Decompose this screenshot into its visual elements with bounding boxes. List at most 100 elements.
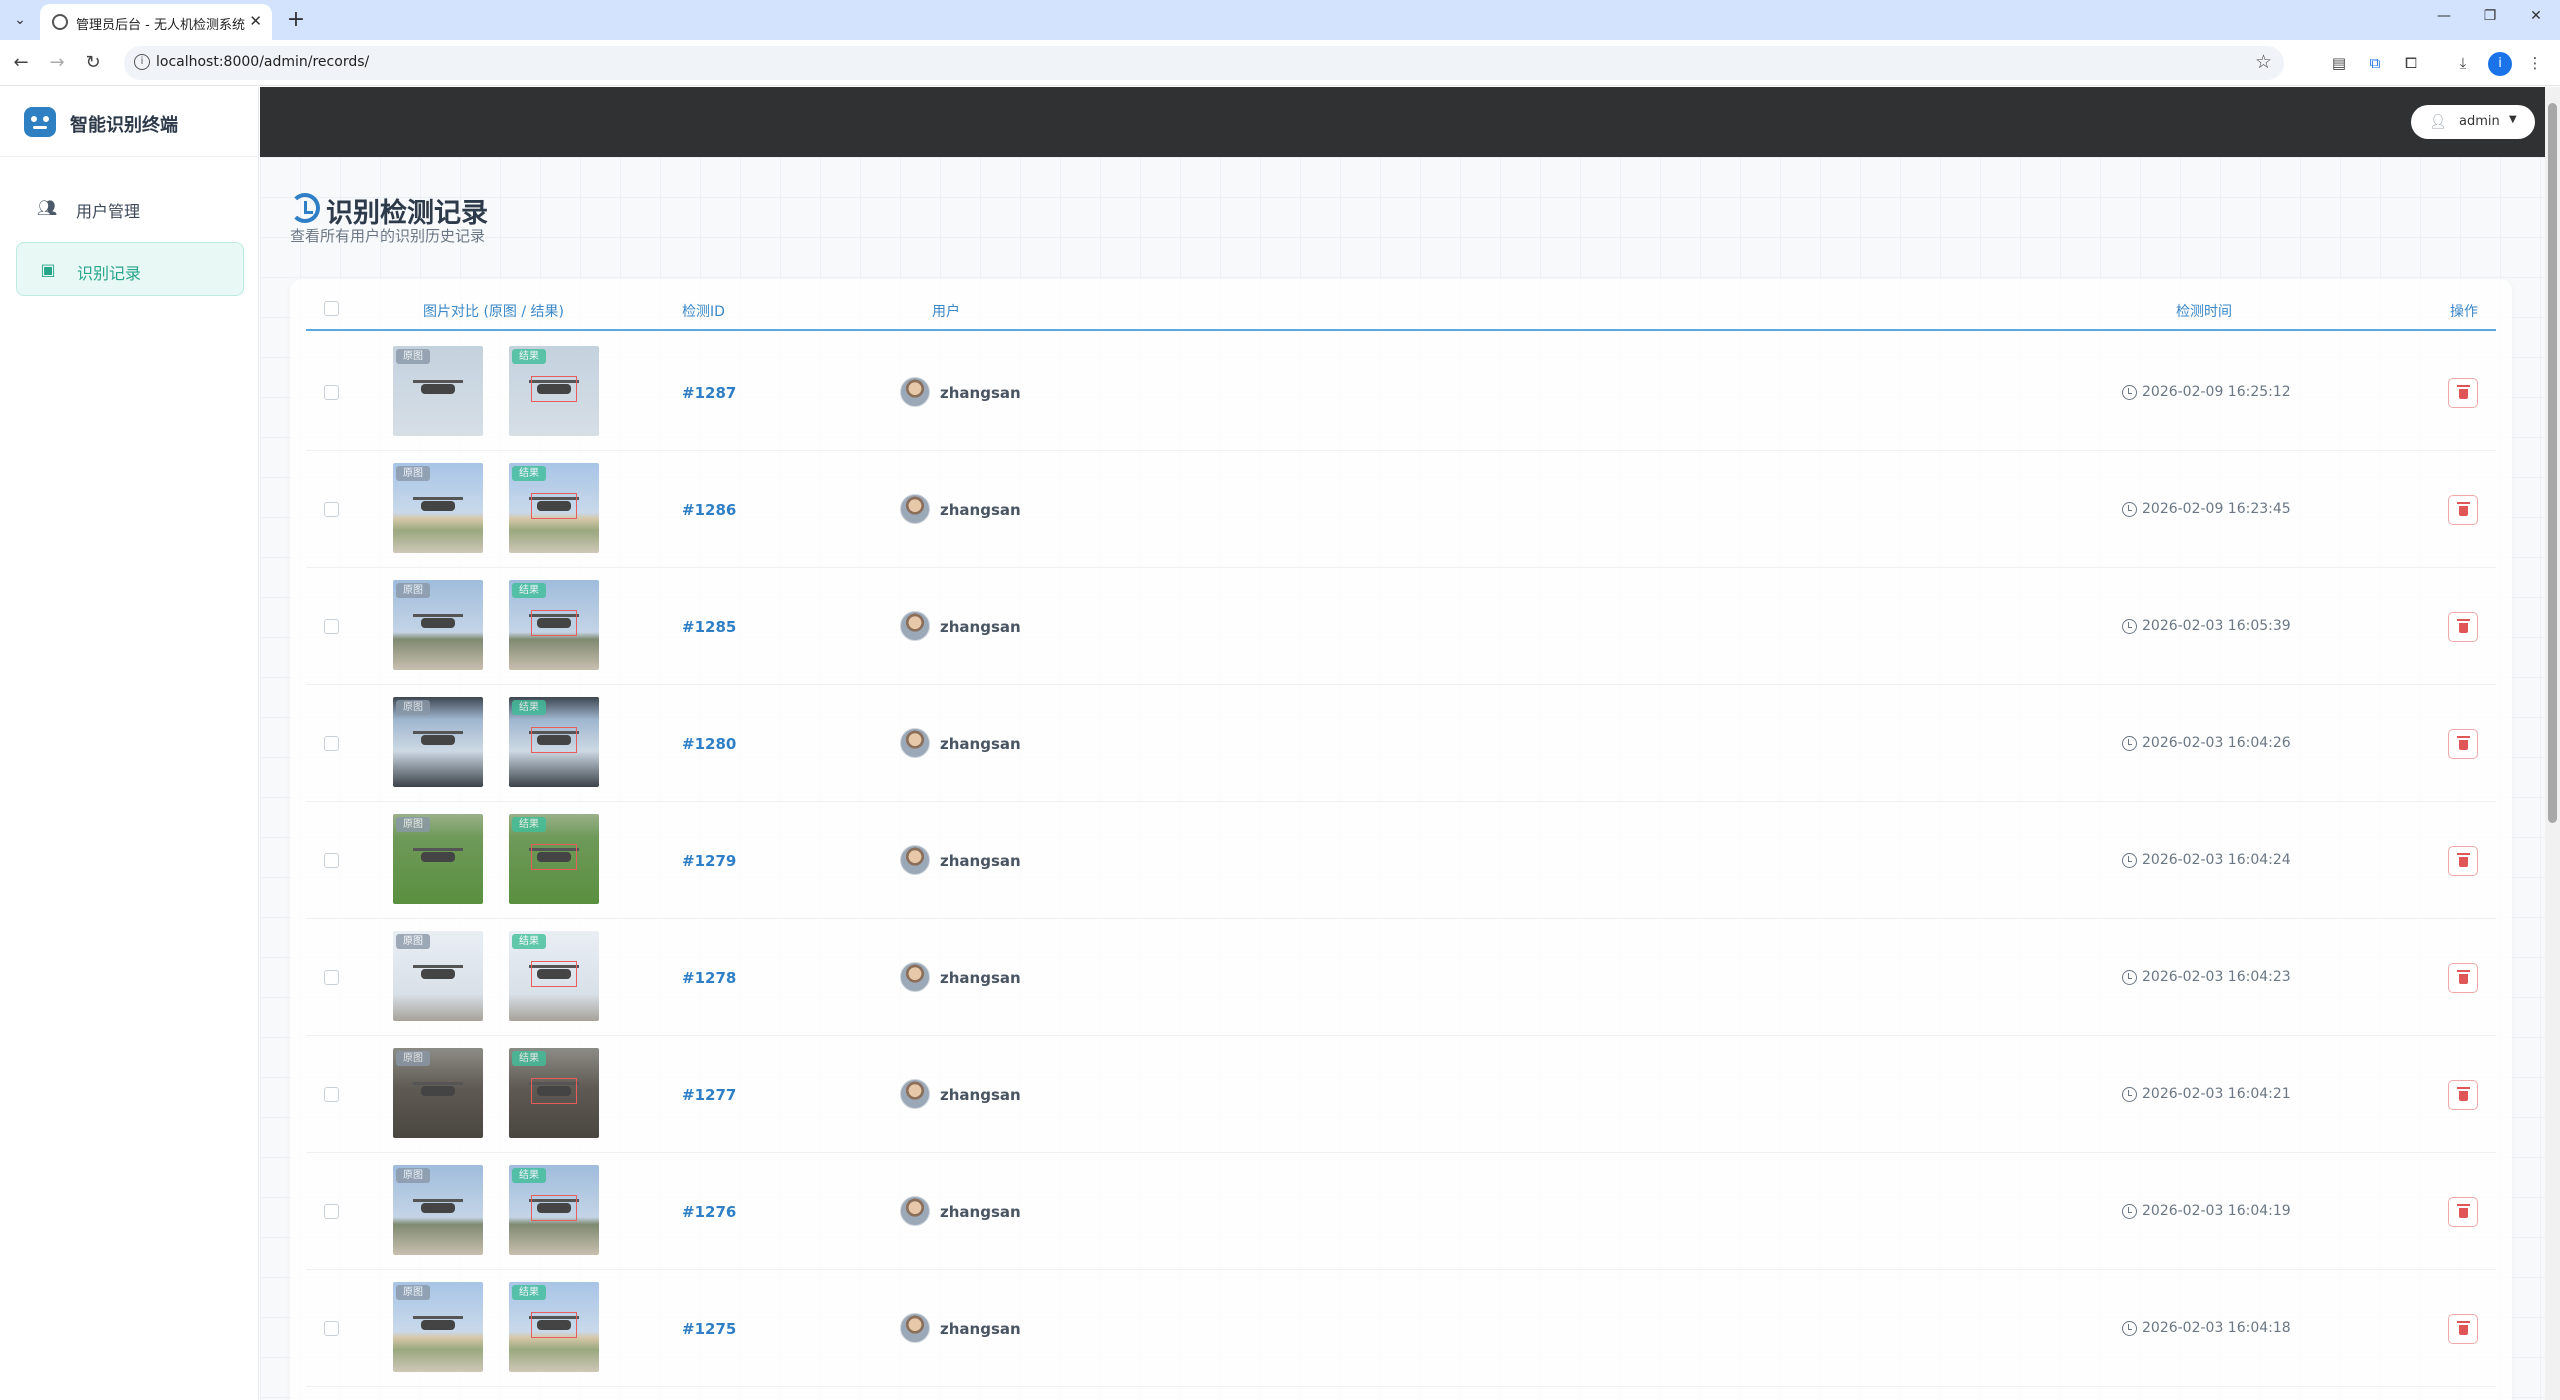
- record-id-link[interactable]: #1277: [682, 1086, 736, 1104]
- row-checkbox[interactable]: [324, 736, 339, 751]
- original-image-thumbnail[interactable]: 原图: [393, 1165, 483, 1255]
- record-id-link[interactable]: #1278: [682, 969, 736, 987]
- delete-button[interactable]: [2448, 846, 2478, 876]
- scrollbar-thumb[interactable]: [2548, 103, 2557, 823]
- sidebar-item-records[interactable]: ▣ 识别记录: [16, 242, 244, 296]
- detection-box: [531, 376, 577, 402]
- table-row: 原图 结果 #1276 zhangsan 2026-02-03 16:04:19: [306, 1153, 2496, 1270]
- result-image-thumbnail[interactable]: 结果: [509, 814, 599, 904]
- record-id-link[interactable]: #1280: [682, 735, 736, 753]
- row-checkbox[interactable]: [324, 853, 339, 868]
- download-icon[interactable]: ⤓: [2452, 52, 2474, 74]
- extensions-puzzle-icon[interactable]: ⧠: [2400, 52, 2422, 74]
- sidebar-item-label: 识别记录: [77, 264, 142, 283]
- row-checkbox[interactable]: [324, 1204, 339, 1219]
- delete-button[interactable]: [2448, 612, 2478, 642]
- reload-icon[interactable]: ↻: [80, 50, 106, 76]
- select-all-checkbox[interactable]: [324, 301, 339, 316]
- result-image-thumbnail[interactable]: 结果: [509, 931, 599, 1021]
- bookmark-star-icon[interactable]: ☆: [2255, 51, 2272, 73]
- clock-icon: [2122, 385, 2137, 400]
- original-image-thumbnail[interactable]: 原图: [393, 814, 483, 904]
- trash-icon: [2457, 1087, 2470, 1101]
- result-badge: 结果: [512, 349, 546, 364]
- result-image-thumbnail[interactable]: 结果: [509, 580, 599, 670]
- original-image-thumbnail[interactable]: 原图: [393, 346, 483, 436]
- address-bar[interactable]: i localhost:8000/admin/records/ ☆: [124, 46, 2284, 80]
- delete-button[interactable]: [2448, 1080, 2478, 1110]
- original-image-thumbnail[interactable]: 原图: [393, 697, 483, 787]
- delete-button[interactable]: [2448, 963, 2478, 993]
- more-menu-icon[interactable]: ⋮: [2524, 52, 2546, 74]
- record-id-link[interactable]: #1276: [682, 1203, 736, 1221]
- row-checkbox[interactable]: [324, 619, 339, 634]
- tab-list-chevron-icon[interactable]: ⌄: [8, 8, 32, 32]
- reading-list-icon[interactable]: ▤: [2328, 52, 2350, 74]
- record-id-link[interactable]: #1285: [682, 618, 736, 636]
- avatar: [900, 377, 930, 407]
- page-subtitle: 查看所有用户的识别历史记录: [290, 227, 486, 245]
- row-checkbox[interactable]: [324, 970, 339, 985]
- delete-button[interactable]: [2448, 495, 2478, 525]
- table-header: 图片对比 (原图 / 结果) 检测ID 用户 检测时间 操作: [306, 279, 2496, 331]
- row-checkbox[interactable]: [324, 385, 339, 400]
- delete-button[interactable]: [2448, 378, 2478, 408]
- page-scrollbar[interactable]: [2545, 87, 2560, 1400]
- minimize-icon[interactable]: —: [2430, 8, 2458, 24]
- result-image-thumbnail[interactable]: 结果: [509, 1282, 599, 1372]
- original-image-thumbnail[interactable]: 原图: [393, 463, 483, 553]
- trash-icon: [2457, 1204, 2470, 1218]
- record-username: zhangsan: [940, 1320, 1021, 1338]
- result-badge: 结果: [512, 583, 546, 598]
- delete-button[interactable]: [2448, 729, 2478, 759]
- result-image-thumbnail[interactable]: 结果: [509, 346, 599, 436]
- record-id-link[interactable]: #1279: [682, 852, 736, 870]
- record-id-link[interactable]: #1287: [682, 384, 736, 402]
- sidebar-item-user-management[interactable]: 👥︎ 用户管理: [16, 181, 244, 235]
- record-time: 2026-02-09 16:23:45: [2142, 501, 2291, 517]
- new-tab-plus-icon[interactable]: +: [282, 6, 310, 34]
- tab-title: 管理员后台 - 无人机检测系统: [76, 18, 245, 33]
- row-checkbox[interactable]: [324, 502, 339, 517]
- info-icon[interactable]: i: [134, 54, 150, 70]
- record-username: zhangsan: [940, 735, 1021, 753]
- row-checkbox[interactable]: [324, 1087, 339, 1102]
- clock-icon: [2122, 502, 2137, 517]
- translate-icon[interactable]: ⧉: [2364, 52, 2386, 74]
- back-arrow-icon[interactable]: ←: [8, 50, 34, 76]
- table-row: 原图 结果 #1275 zhangsan 2026-02-03 16:04:18: [306, 1270, 2496, 1387]
- caret-down-icon: ▼: [2509, 114, 2517, 125]
- result-image-thumbnail[interactable]: 结果: [509, 1165, 599, 1255]
- clock-icon: [2122, 1204, 2137, 1219]
- profile-avatar[interactable]: i: [2488, 52, 2512, 76]
- browser-tab[interactable]: 管理员后台 - 无人机检测系统 ✕: [40, 4, 272, 40]
- browser-toolbar: ← → ↻ i localhost:8000/admin/records/ ☆ …: [0, 40, 2560, 86]
- result-badge: 结果: [512, 817, 546, 832]
- tab-close-icon[interactable]: ✕: [249, 12, 262, 30]
- record-id-link[interactable]: #1286: [682, 501, 736, 519]
- forward-arrow-icon[interactable]: →: [44, 50, 70, 76]
- original-image-thumbnail[interactable]: 原图: [393, 580, 483, 670]
- clock-icon: [2122, 1321, 2137, 1336]
- avatar: [900, 494, 930, 524]
- result-image-thumbnail[interactable]: 结果: [509, 1048, 599, 1138]
- avatar: [900, 845, 930, 875]
- window-close-icon[interactable]: ✕: [2522, 8, 2550, 24]
- original-image-thumbnail[interactable]: 原图: [393, 931, 483, 1021]
- result-image-thumbnail[interactable]: 结果: [509, 463, 599, 553]
- row-checkbox[interactable]: [324, 1321, 339, 1336]
- record-id-link[interactable]: #1275: [682, 1320, 736, 1338]
- original-image-thumbnail[interactable]: 原图: [393, 1282, 483, 1372]
- original-image-thumbnail[interactable]: 原图: [393, 1048, 483, 1138]
- detection-box: [531, 610, 577, 636]
- delete-button[interactable]: [2448, 1314, 2478, 1344]
- url-text: localhost:8000/admin/records/: [156, 54, 370, 70]
- user-menu-button[interactable]: 👤︎ admin ▼: [2411, 105, 2535, 139]
- restore-icon[interactable]: ❐: [2476, 8, 2504, 24]
- avatar: [900, 1079, 930, 1109]
- column-header-user: 用户: [932, 304, 960, 320]
- record-username: zhangsan: [940, 969, 1021, 987]
- delete-button[interactable]: [2448, 1197, 2478, 1227]
- avatar: [900, 962, 930, 992]
- result-image-thumbnail[interactable]: 结果: [509, 697, 599, 787]
